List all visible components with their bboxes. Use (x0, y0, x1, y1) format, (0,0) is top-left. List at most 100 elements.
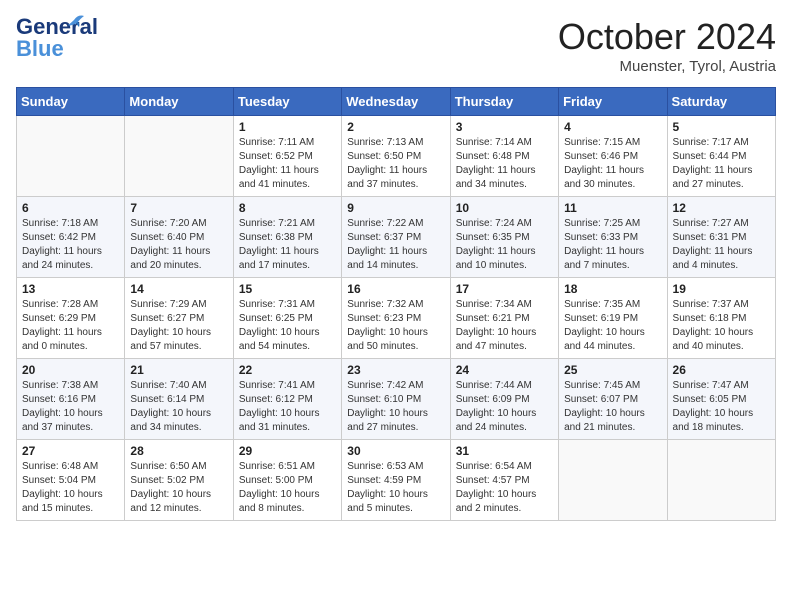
day-number: 3 (456, 120, 553, 134)
day-number: 16 (347, 282, 444, 296)
day-number: 15 (239, 282, 336, 296)
day-info: Sunrise: 7:37 AM Sunset: 6:18 PM Dayligh… (673, 298, 770, 354)
day-info: Sunrise: 7:41 AM Sunset: 6:12 PM Dayligh… (239, 379, 336, 435)
day-info: Sunrise: 7:35 AM Sunset: 6:19 PM Dayligh… (564, 298, 661, 354)
day-cell: 10 Sunrise: 7:24 AM Sunset: 6:35 PM Dayli… (450, 197, 558, 278)
day-number: 19 (673, 282, 770, 296)
week-row-1: 1 Sunrise: 7:11 AM Sunset: 6:52 PM Daylig… (17, 116, 776, 197)
day-number: 4 (564, 120, 661, 134)
calendar-table: SundayMondayTuesdayWednesdayThursdayFrid… (16, 87, 776, 521)
calendar-body: 1 Sunrise: 7:11 AM Sunset: 6:52 PM Daylig… (17, 116, 776, 521)
day-cell: 24 Sunrise: 7:44 AM Sunset: 6:09 PM Dayli… (450, 359, 558, 440)
day-cell: 7 Sunrise: 7:20 AM Sunset: 6:40 PM Daylig… (125, 197, 233, 278)
col-header-saturday: Saturday (667, 88, 775, 116)
day-cell: 27 Sunrise: 6:48 AM Sunset: 5:04 PM Dayli… (17, 440, 125, 521)
day-info: Sunrise: 6:51 AM Sunset: 5:00 PM Dayligh… (239, 460, 336, 516)
day-cell (125, 116, 233, 197)
day-cell: 18 Sunrise: 7:35 AM Sunset: 6:19 PM Dayli… (559, 278, 667, 359)
day-number: 6 (22, 201, 119, 215)
day-info: Sunrise: 7:24 AM Sunset: 6:35 PM Dayligh… (456, 217, 553, 273)
calendar-header: SundayMondayTuesdayWednesdayThursdayFrid… (17, 88, 776, 116)
day-number: 26 (673, 363, 770, 377)
day-number: 12 (673, 201, 770, 215)
day-number: 23 (347, 363, 444, 377)
day-cell: 19 Sunrise: 7:37 AM Sunset: 6:18 PM Dayli… (667, 278, 775, 359)
day-cell: 11 Sunrise: 7:25 AM Sunset: 6:33 PM Dayli… (559, 197, 667, 278)
day-info: Sunrise: 7:44 AM Sunset: 6:09 PM Dayligh… (456, 379, 553, 435)
day-info: Sunrise: 7:17 AM Sunset: 6:44 PM Dayligh… (673, 136, 770, 192)
day-info: Sunrise: 7:11 AM Sunset: 6:52 PM Dayligh… (239, 136, 336, 192)
day-number: 28 (130, 444, 227, 458)
day-number: 17 (456, 282, 553, 296)
day-info: Sunrise: 7:31 AM Sunset: 6:25 PM Dayligh… (239, 298, 336, 354)
week-row-2: 6 Sunrise: 7:18 AM Sunset: 6:42 PM Daylig… (17, 197, 776, 278)
day-cell: 29Sunrise: 6:51 AM Sunset: 5:00 PM Dayli… (233, 440, 341, 521)
day-cell (667, 440, 775, 521)
header-row: SundayMondayTuesdayWednesdayThursdayFrid… (17, 88, 776, 116)
day-number: 9 (347, 201, 444, 215)
day-number: 10 (456, 201, 553, 215)
logo-general: General (16, 16, 68, 38)
day-cell: 25Sunrise: 7:45 AM Sunset: 6:07 PM Dayli… (559, 359, 667, 440)
day-info: Sunrise: 7:47 AM Sunset: 6:05 PM Dayligh… (673, 379, 770, 435)
day-info: Sunrise: 7:28 AM Sunset: 6:29 PM Dayligh… (22, 298, 119, 354)
week-row-3: 13 Sunrise: 7:28 AM Sunset: 6:29 PM Dayli… (17, 278, 776, 359)
day-info: Sunrise: 7:27 AM Sunset: 6:31 PM Dayligh… (673, 217, 770, 273)
day-cell: 26 Sunrise: 7:47 AM Sunset: 6:05 PM Dayli… (667, 359, 775, 440)
day-info: Sunrise: 7:14 AM Sunset: 6:48 PM Dayligh… (456, 136, 553, 192)
day-info: Sunrise: 7:40 AM Sunset: 6:14 PM Dayligh… (130, 379, 227, 435)
day-number: 7 (130, 201, 227, 215)
day-number: 27 (22, 444, 119, 458)
day-cell: 16 Sunrise: 7:32 AM Sunset: 6:23 PM Dayli… (342, 278, 450, 359)
col-header-sunday: Sunday (17, 88, 125, 116)
logo-blue: Blue (16, 38, 68, 60)
day-cell: 1 Sunrise: 7:11 AM Sunset: 6:52 PM Daylig… (233, 116, 341, 197)
week-row-4: 20Sunrise: 7:38 AM Sunset: 6:16 PM Dayli… (17, 359, 776, 440)
day-number: 30 (347, 444, 444, 458)
day-info: Sunrise: 7:25 AM Sunset: 6:33 PM Dayligh… (564, 217, 661, 273)
title-block: October 2024 Muenster, Tyrol, Austria (558, 16, 776, 75)
location-subtitle: Muenster, Tyrol, Austria (558, 58, 776, 75)
day-cell: 9 Sunrise: 7:22 AM Sunset: 6:37 PM Daylig… (342, 197, 450, 278)
day-cell: 5 Sunrise: 7:17 AM Sunset: 6:44 PM Daylig… (667, 116, 775, 197)
day-cell: 23 Sunrise: 7:42 AM Sunset: 6:10 PM Dayli… (342, 359, 450, 440)
day-cell: 8Sunrise: 7:21 AM Sunset: 6:38 PM Daylig… (233, 197, 341, 278)
day-cell: 22 Sunrise: 7:41 AM Sunset: 6:12 PM Dayli… (233, 359, 341, 440)
day-number: 5 (673, 120, 770, 134)
day-info: Sunrise: 6:54 AM Sunset: 4:57 PM Dayligh… (456, 460, 553, 516)
day-info: Sunrise: 7:22 AM Sunset: 6:37 PM Dayligh… (347, 217, 444, 273)
day-info: Sunrise: 7:34 AM Sunset: 6:21 PM Dayligh… (456, 298, 553, 354)
day-info: Sunrise: 7:21 AM Sunset: 6:38 PM Dayligh… (239, 217, 336, 273)
day-info: Sunrise: 6:48 AM Sunset: 5:04 PM Dayligh… (22, 460, 119, 516)
day-number: 1 (239, 120, 336, 134)
day-number: 25 (564, 363, 661, 377)
day-cell: 20Sunrise: 7:38 AM Sunset: 6:16 PM Dayli… (17, 359, 125, 440)
day-info: Sunrise: 7:15 AM Sunset: 6:46 PM Dayligh… (564, 136, 661, 192)
day-number: 24 (456, 363, 553, 377)
day-cell: 12 Sunrise: 7:27 AM Sunset: 6:31 PM Dayli… (667, 197, 775, 278)
day-info: Sunrise: 7:20 AM Sunset: 6:40 PM Dayligh… (130, 217, 227, 273)
day-cell: 15 Sunrise: 7:31 AM Sunset: 6:25 PM Dayli… (233, 278, 341, 359)
day-info: Sunrise: 7:42 AM Sunset: 6:10 PM Dayligh… (347, 379, 444, 435)
day-number: 18 (564, 282, 661, 296)
day-cell: 6 Sunrise: 7:18 AM Sunset: 6:42 PM Daylig… (17, 197, 125, 278)
day-info: Sunrise: 7:32 AM Sunset: 6:23 PM Dayligh… (347, 298, 444, 354)
logo-bird-icon (64, 12, 86, 34)
day-number: 11 (564, 201, 661, 215)
day-number: 14 (130, 282, 227, 296)
day-number: 22 (239, 363, 336, 377)
day-cell: 13 Sunrise: 7:28 AM Sunset: 6:29 PM Dayli… (17, 278, 125, 359)
day-info: Sunrise: 7:18 AM Sunset: 6:42 PM Dayligh… (22, 217, 119, 273)
day-cell (559, 440, 667, 521)
day-number: 31 (456, 444, 553, 458)
day-info: Sunrise: 7:38 AM Sunset: 6:16 PM Dayligh… (22, 379, 119, 435)
day-number: 21 (130, 363, 227, 377)
month-title: October 2024 (558, 16, 776, 58)
day-cell: 30Sunrise: 6:53 AM Sunset: 4:59 PM Dayli… (342, 440, 450, 521)
day-number: 13 (22, 282, 119, 296)
day-cell: 21 Sunrise: 7:40 AM Sunset: 6:14 PM Dayli… (125, 359, 233, 440)
page-header: General Blue October 2024 Muenster, Tyro… (16, 16, 776, 75)
day-info: Sunrise: 6:50 AM Sunset: 5:02 PM Dayligh… (130, 460, 227, 516)
col-header-friday: Friday (559, 88, 667, 116)
col-header-wednesday: Wednesday (342, 88, 450, 116)
